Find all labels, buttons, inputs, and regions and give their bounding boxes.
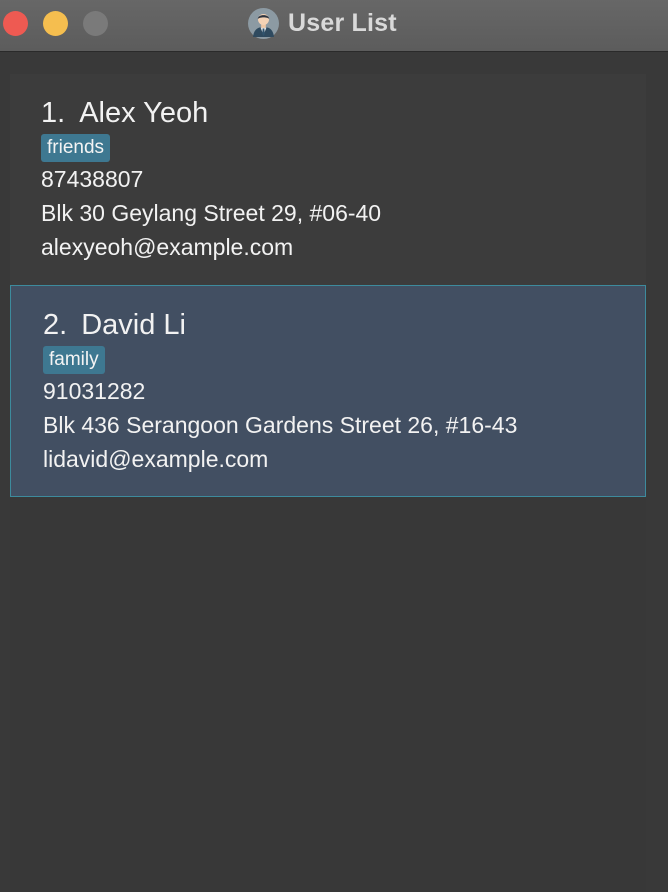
user-avatar-icon — [248, 7, 279, 39]
user-name-line: 1. Alex Yeoh — [41, 96, 646, 130]
close-window-button[interactable] — [3, 11, 28, 36]
user-address: Blk 436 Serangoon Gardens Street 26, #16… — [43, 412, 518, 438]
window-title: User List — [288, 8, 397, 37]
user-name-line: 2. David Li — [43, 308, 645, 342]
user-tag: family — [43, 346, 105, 374]
window-title-group: User List — [248, 7, 397, 39]
user-phone: 91031282 — [43, 378, 146, 404]
user-card[interactable]: 1. Alex Yeoh friends 87438807 Blk 30 Gey… — [10, 74, 646, 285]
minimize-window-button[interactable] — [43, 11, 68, 36]
user-email: alexyeoh@example.com — [41, 234, 294, 260]
title-bar[interactable]: User List — [0, 0, 668, 52]
user-card-selected[interactable]: 2. David Li family 91031282 Blk 436 Sera… — [10, 285, 646, 497]
user-name: Alex Yeoh — [79, 97, 209, 129]
user-address: Blk 30 Geylang Street 29, #06-40 — [41, 200, 382, 226]
user-list[interactable]: 1. Alex Yeoh friends 87438807 Blk 30 Gey… — [10, 74, 646, 892]
zoom-window-button[interactable] — [83, 11, 108, 36]
user-email: lidavid@example.com — [43, 446, 269, 472]
user-tag: friends — [41, 134, 111, 162]
user-index: 2. — [43, 309, 68, 341]
user-name: David Li — [81, 309, 186, 341]
app-window: User List 1. Alex Yeoh friends 87438807 … — [0, 0, 668, 892]
user-phone: 87438807 — [41, 166, 144, 192]
user-index: 1. — [41, 97, 66, 129]
